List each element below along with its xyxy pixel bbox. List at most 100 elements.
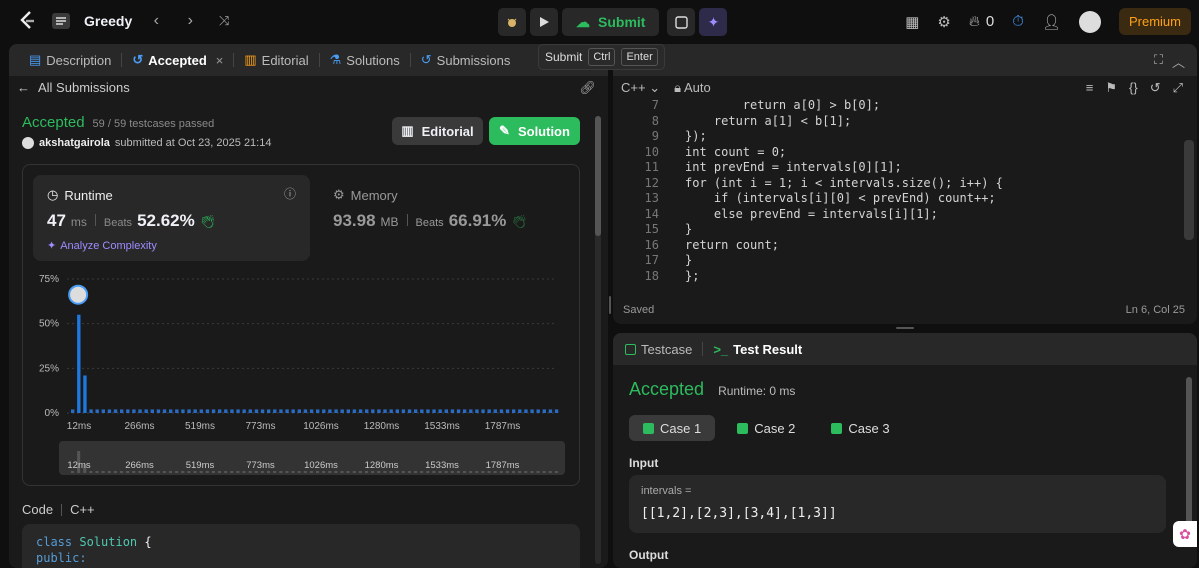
book-icon: ▥ xyxy=(244,52,257,67)
mini-bar xyxy=(230,471,234,473)
problem-list-icon[interactable] xyxy=(52,13,70,29)
tab-description[interactable]: ▤ Description xyxy=(19,44,121,76)
layout-icon[interactable]: ▦ xyxy=(905,13,919,31)
share-link-icon[interactable]: 🔗︎ xyxy=(579,80,596,96)
case-3-button[interactable]: Case 3 xyxy=(817,415,903,441)
mini-bar xyxy=(463,471,467,473)
mini-bar xyxy=(426,471,430,473)
code-line[interactable]: 18}; xyxy=(613,268,700,284)
code-line[interactable]: 11 int prevEnd = intervals[0][1]; xyxy=(613,160,902,175)
editorial-button[interactable]: ▥ Editorial xyxy=(392,117,483,145)
mini-bar xyxy=(199,471,203,473)
code-line[interactable]: 8 return a[1] < b[1]; xyxy=(613,114,851,129)
code-editor[interactable]: 7 return a[0] > b[0]; 8 return a[1] < b[1… xyxy=(613,98,1173,288)
sparkle-icon: ✦ xyxy=(47,240,57,252)
line-text: return a[0] > b[0]; xyxy=(685,98,881,112)
code-line[interactable]: 9}); xyxy=(613,129,707,144)
problem-list-title[interactable]: Greedy xyxy=(84,13,132,29)
analyze-complexity-link[interactable]: ✦ Analyze Complexity xyxy=(47,239,157,253)
bookmark-icon[interactable]: ⚑ xyxy=(1105,80,1117,96)
note-button[interactable] xyxy=(667,8,696,36)
histogram-bar xyxy=(285,409,289,413)
shuffle-icon[interactable]: ⤨ xyxy=(214,13,234,29)
histogram-bar xyxy=(389,409,393,413)
chevron-up-icon[interactable]: ︿ xyxy=(1172,52,1185,71)
case-2-button[interactable]: Case 2 xyxy=(723,415,809,441)
maximize-icon[interactable]: ⛶ xyxy=(1154,52,1163,68)
histogram-bar xyxy=(267,409,271,413)
mini-bar xyxy=(438,471,442,473)
stats-box: ◷ Runtime ⓘ 47 ms Beats 52.62% 👏︎ ✦ Analyz… xyxy=(22,164,580,486)
histogram-bar xyxy=(211,409,216,413)
line-number: 16 xyxy=(644,237,659,252)
tab-testcase[interactable]: Testcase xyxy=(615,333,702,365)
premium-button[interactable]: Premium xyxy=(1118,8,1191,35)
code-line[interactable]: 14 else prevEnd = intervals[i][1]; xyxy=(613,207,938,222)
line-number: 18 xyxy=(644,268,659,283)
code-line[interactable]: 7 return a[0] > b[0]; xyxy=(613,98,880,113)
tab-submissions[interactable]: ↺ Submissions xyxy=(411,44,521,76)
tab-accepted[interactable]: ↺ Accepted × xyxy=(122,44,233,76)
mini-bar xyxy=(150,471,154,473)
submit-button[interactable]: ☁ Submit xyxy=(562,8,660,36)
next-problem-icon[interactable]: › xyxy=(180,12,200,30)
expand-icon[interactable]: ⤢ xyxy=(1173,80,1183,96)
line-text: if (intervals[i][0] < prevEnd) count++; xyxy=(685,191,996,205)
mini-bar xyxy=(309,471,313,473)
tab-solutions[interactable]: ⚗ Solutions xyxy=(320,44,410,76)
code-line[interactable]: 13 if (intervals[i][0] < prevEnd) count+… xyxy=(613,191,996,206)
user-avatar[interactable] xyxy=(22,137,34,149)
reset-icon[interactable]: ↺ xyxy=(1150,80,1161,96)
mini-x-tick-label: 1026ms xyxy=(304,460,338,471)
solution-button[interactable]: ✎ Solution xyxy=(489,117,580,145)
lock-icon: 🔒︎ xyxy=(674,80,682,95)
timer-icon[interactable]: ⏱ xyxy=(1012,13,1024,30)
editor-scrollbar[interactable] xyxy=(1184,140,1194,240)
runtime-card[interactable]: ◷ Runtime ⓘ 47 ms Beats 52.62% 👏︎ ✦ Analyz… xyxy=(33,175,310,261)
code-line[interactable]: 12 for (int i = 1; i < intervals.size(); … xyxy=(613,176,1003,191)
add-friend-icon[interactable]: 👤︎ xyxy=(1042,13,1061,31)
mini-bar xyxy=(358,471,362,473)
code-lang: C++ xyxy=(70,502,95,517)
tab-test-result[interactable]: >_ Test Result xyxy=(703,333,812,365)
left-scrollbar-thumb[interactable] xyxy=(595,116,601,236)
book-icon: ▥ xyxy=(401,123,414,138)
autocomplete-mode[interactable]: 🔒︎ Auto xyxy=(674,80,711,96)
histogram-bar xyxy=(493,409,497,413)
clap-icon: 👏︎ xyxy=(199,214,217,229)
streak-counter[interactable]: 🔥︎ 0 xyxy=(969,13,994,30)
check-icon xyxy=(737,422,749,434)
histogram-bar xyxy=(230,409,234,413)
code-line[interactable]: 15} xyxy=(613,222,693,237)
code-line[interactable]: 17} xyxy=(613,253,693,268)
memory-card[interactable]: ⚙ Memory xyxy=(333,187,398,203)
info-icon[interactable]: ⓘ xyxy=(284,185,296,202)
gear-icon[interactable]: ⚙ xyxy=(937,13,950,31)
code-line[interactable]: 10 int count = 0; xyxy=(613,145,787,160)
mini-bar xyxy=(211,471,215,473)
username[interactable]: akshatgairola xyxy=(39,137,110,149)
language-select[interactable]: C++ ⌄ xyxy=(621,80,660,96)
floating-assistant-icon[interactable]: ✿ xyxy=(1173,521,1197,547)
code-line[interactable]: 16 return count; xyxy=(613,238,779,253)
code-label: Code xyxy=(22,502,54,517)
close-icon[interactable]: × xyxy=(216,53,224,68)
avatar[interactable] xyxy=(1078,10,1101,33)
top-bar: Greedy ‹ › ⤨ ☁ Submit ✦ ▦ ⚙ 🔥︎ 0 ⏱ 👤︎ Prem… xyxy=(0,0,1199,42)
runtime-distribution-chart[interactable]: 75% 50% 25% 0% 12ms 266ms 519ms 773ms 1026ms 1280… xyxy=(23,265,579,485)
x-tick-label: 1280ms xyxy=(364,421,400,432)
braces-icon[interactable]: {} xyxy=(1129,80,1138,96)
leetcode-logo[interactable] xyxy=(18,10,38,32)
line-number: 11 xyxy=(644,160,659,174)
run-button[interactable] xyxy=(530,8,558,36)
tab-editorial[interactable]: ▥ Editorial xyxy=(234,44,318,76)
format-icon[interactable]: ≡ xyxy=(1086,80,1094,96)
back-to-submissions[interactable]: ← All Submissions xyxy=(17,80,130,95)
vertical-resize-handle[interactable] xyxy=(609,296,611,314)
mini-x-tick-label: 12ms xyxy=(67,460,90,471)
prev-problem-icon[interactable]: ‹ xyxy=(146,12,166,30)
panel-resize-handle[interactable] xyxy=(896,327,914,329)
ai-assistant-button[interactable]: ✦ xyxy=(699,8,728,36)
case-1-button[interactable]: Case 1 xyxy=(629,415,716,441)
debug-button[interactable] xyxy=(498,8,526,36)
